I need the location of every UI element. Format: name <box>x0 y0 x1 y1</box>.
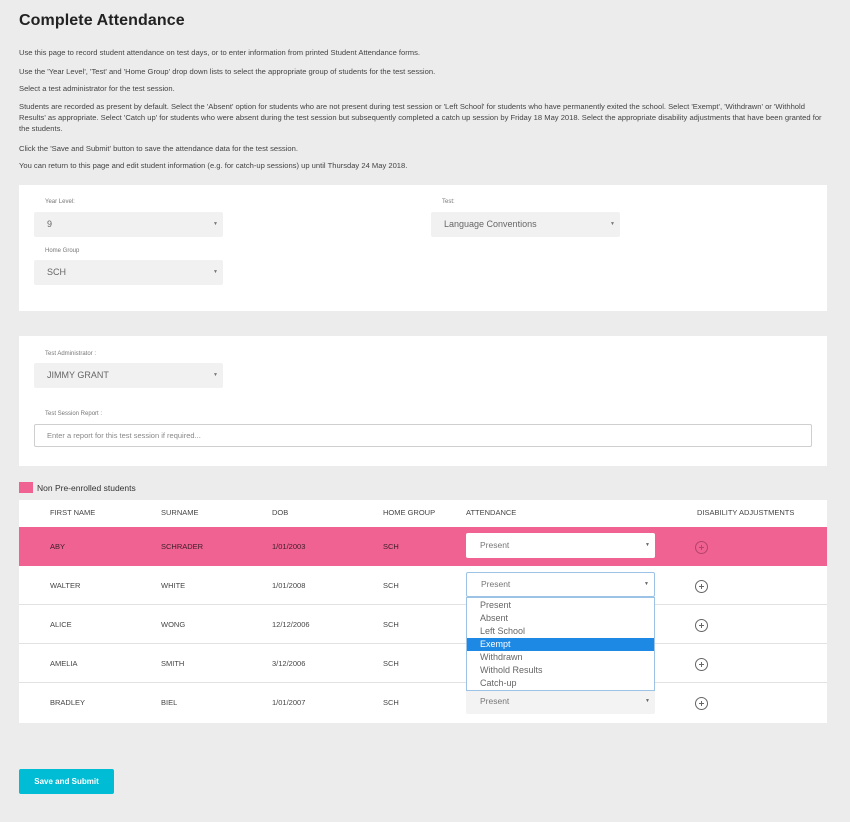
col-header-disability: DISABILITY ADJUSTMENTS <box>697 508 795 517</box>
first-name-cell: WALTER <box>50 581 81 590</box>
chevron-down-icon: ▼ <box>644 581 649 587</box>
administrator-select[interactable]: JIMMY GRANT ▼ <box>34 363 223 388</box>
home-group-value: SCH <box>47 267 67 277</box>
session-report-input[interactable]: Enter a report for this test session if … <box>34 424 812 447</box>
instruction-text: Use this page to record student attendan… <box>19 48 421 57</box>
table-row: ABY SCHRADER 1/01/2003 SCH Present ▼ <box>19 527 827 566</box>
table-row: BRADLEY BIEL 1/01/2007 SCH Present ▼ <box>19 683 827 722</box>
add-disability-icon[interactable] <box>695 697 708 710</box>
attendance-value: Present <box>480 540 510 550</box>
instruction-text: Students are recorded as present by defa… <box>19 102 822 133</box>
dob-cell: 1/01/2003 <box>272 542 306 551</box>
attendance-option-present[interactable]: Present <box>467 599 654 612</box>
session-report-placeholder: Enter a report for this test session if … <box>47 431 201 440</box>
surname-cell: SMITH <box>161 659 185 668</box>
chevron-down-icon: ▼ <box>645 698 650 704</box>
instruction-text: You can return to this page and edit stu… <box>19 161 408 170</box>
attendance-select[interactable]: Present ▼ <box>466 533 655 558</box>
attendance-page: Complete Attendance Use this page to rec… <box>0 0 850 822</box>
add-disability-icon[interactable] <box>695 580 708 593</box>
page-title: Complete Attendance <box>19 12 185 29</box>
attendance-value: Present <box>481 579 511 589</box>
instruction-text: Use the 'Year Level', 'Test' and 'Home G… <box>19 67 436 76</box>
session-panel: Test Administrator : JIMMY GRANT ▼ Test … <box>19 336 827 466</box>
chevron-down-icon: ▼ <box>213 372 218 378</box>
table-row: AMELIA SMITH 3/12/2006 SCH <box>19 644 827 683</box>
chevron-down-icon: ▼ <box>213 269 218 275</box>
save-and-submit-button[interactable]: Save and Submit <box>19 769 114 794</box>
attendance-option-withhold-results[interactable]: Withold Results <box>467 664 654 677</box>
instruction-text: Select a test administrator for the test… <box>19 84 175 93</box>
report-label: Test Session Report : <box>45 411 103 417</box>
add-disability-icon[interactable] <box>695 658 708 671</box>
attendance-value: Present <box>480 696 510 706</box>
filter-panel: Year Level: 9 ▼ Test: Language Conventio… <box>19 185 827 311</box>
attendance-option-left-school[interactable]: Left School <box>467 625 654 638</box>
attendance-option-absent[interactable]: Absent <box>467 612 654 625</box>
col-header-first-name: FIRST NAME <box>50 508 96 517</box>
surname-cell: WONG <box>161 620 186 629</box>
home-group-cell: SCH <box>383 581 399 590</box>
students-table: FIRST NAME SURNAME DOB HOME GROUP ATTEND… <box>19 500 827 723</box>
dob-cell: 12/12/2006 <box>272 620 310 629</box>
table-row: ALICE WONG 12/12/2006 SCH <box>19 605 827 644</box>
surname-cell: SCHRADER <box>161 542 204 551</box>
chevron-down-icon: ▼ <box>610 221 615 227</box>
administrator-value: JIMMY GRANT <box>47 370 109 380</box>
attendance-dropdown-menu: Present Absent Left School Exempt Withdr… <box>466 597 655 691</box>
attendance-option-withdrawn[interactable]: Withdrawn <box>467 651 654 664</box>
legend-label: Non Pre-enrolled students <box>37 483 136 493</box>
test-label: Test: <box>442 199 455 205</box>
test-value: Language Conventions <box>444 219 537 229</box>
first-name-cell: ALICE <box>50 620 72 629</box>
home-group-cell: SCH <box>383 620 399 629</box>
surname-cell: BIEL <box>161 698 178 707</box>
col-header-home-group: HOME GROUP <box>383 508 436 517</box>
first-name-cell: AMELIA <box>50 659 78 668</box>
add-disability-icon[interactable] <box>695 541 708 554</box>
legend-swatch <box>19 482 33 493</box>
col-header-attendance: ATTENDANCE <box>466 508 517 517</box>
dob-cell: 1/01/2007 <box>272 698 306 707</box>
year-level-value: 9 <box>47 219 53 229</box>
first-name-cell: ABY <box>50 542 66 551</box>
chevron-down-icon: ▼ <box>213 221 218 227</box>
col-header-surname: SURNAME <box>161 508 199 517</box>
chevron-down-icon: ▼ <box>645 542 650 548</box>
home-group-label: Home Group <box>45 248 80 254</box>
surname-cell: WHITE <box>161 581 186 590</box>
col-header-dob: DOB <box>272 508 289 517</box>
home-group-cell: SCH <box>383 542 399 551</box>
first-name-cell: BRADLEY <box>50 698 86 707</box>
attendance-option-catch-up[interactable]: Catch-up <box>467 677 654 690</box>
attendance-select[interactable]: Present ▼ <box>466 689 655 714</box>
administrator-label: Test Administrator : <box>45 351 97 357</box>
table-row: WALTER WHITE 1/01/2008 SCH Present ▼ <box>19 566 827 605</box>
attendance-select[interactable]: Present ▼ <box>466 572 655 597</box>
instruction-text: Click the 'Save and Submit' button to sa… <box>19 144 298 153</box>
year-level-label: Year Level: <box>45 199 75 205</box>
home-group-cell: SCH <box>383 698 399 707</box>
year-level-select[interactable]: 9 ▼ <box>34 212 223 237</box>
add-disability-icon[interactable] <box>695 619 708 632</box>
dob-cell: 3/12/2006 <box>272 659 306 668</box>
home-group-select[interactable]: SCH ▼ <box>34 260 223 285</box>
attendance-option-exempt[interactable]: Exempt <box>467 638 654 651</box>
home-group-cell: SCH <box>383 659 399 668</box>
dob-cell: 1/01/2008 <box>272 581 306 590</box>
test-select[interactable]: Language Conventions ▼ <box>431 212 620 237</box>
